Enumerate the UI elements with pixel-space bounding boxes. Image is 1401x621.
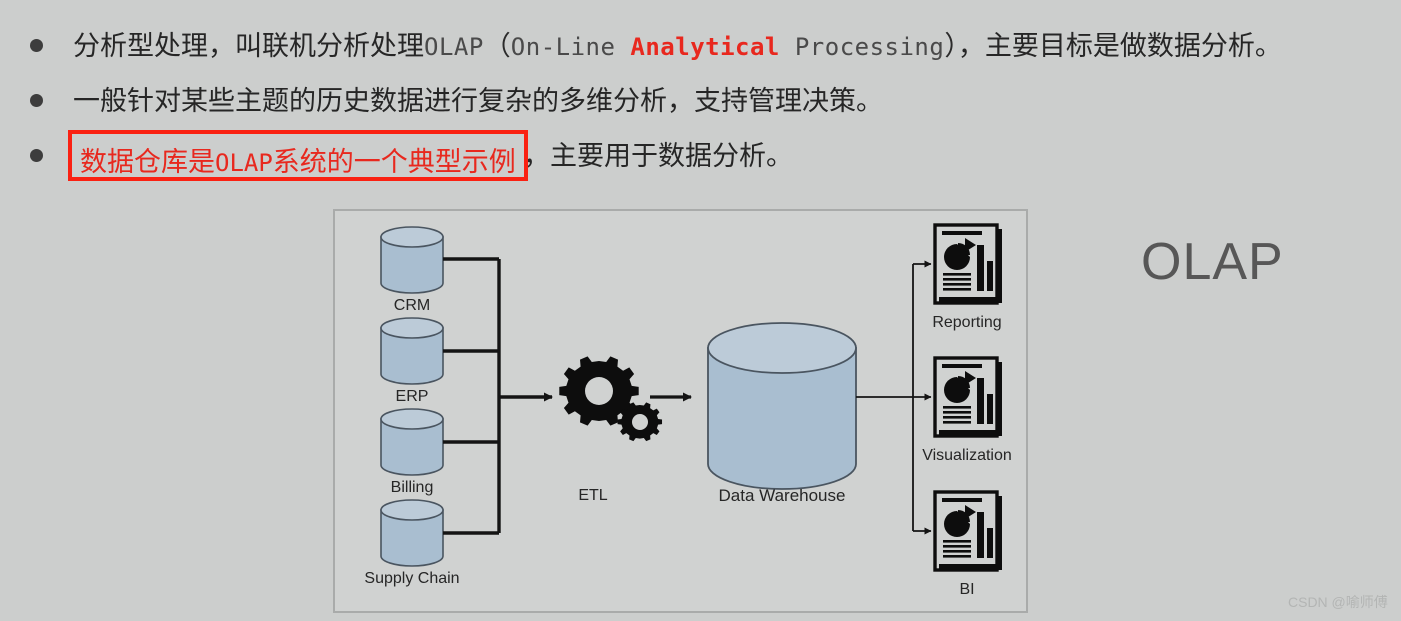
bullet1-paren-close: ） [944,31,958,61]
bullet-text-2: 一般针对某些主题的历史数据进行复杂的多维分析，支持管理决策。 [73,86,883,116]
source-label-supply-chain: Supply Chain [364,570,459,587]
source-cylinder-billing: Billing [380,408,444,496]
output-arrows [913,260,932,535]
output-label-reporting: Reporting [932,314,1001,331]
output-label-visualization: Visualization [922,447,1012,464]
output-bi: BI [933,490,1002,598]
output-label-bi: BI [959,581,974,598]
highlight-phrase: 数据仓库是OLAP系统的一个典型示例 [80,140,516,179]
bullet-marker-icon [30,94,43,107]
bullet-marker-icon [30,149,43,162]
bullet1-cn-prefix: 分析型处理，叫联机分析处理 [73,31,424,61]
data-warehouse-diagram: CRM ERP Billing Supply Chain ETL Data Wa… [333,209,1028,613]
csdn-watermark: CSDN @喻师傅 [1288,594,1388,610]
output-visualization: Visualization [922,356,1012,464]
database-cylinder-icon [707,322,857,490]
gears-icon [559,356,663,442]
output-bus-connector [856,264,914,531]
bullet3-tail: ，主要用于数据分析。 [523,141,794,171]
diagram-canvas: CRM ERP Billing Supply Chain ETL Data Wa… [364,223,1012,598]
highlight-olap: OLAP [215,149,273,177]
bullet-text-1: 分析型处理，叫联机分析处理OLAP（On-Line Analytical Pro… [73,27,1282,66]
list-item: 一般针对某些主题的历史数据进行复杂的多维分析，支持管理决策。 [30,82,883,120]
etl-label: ETL [578,487,607,504]
source-label-erp: ERP [396,388,429,405]
highlight-box: 数据仓库是OLAP系统的一个典型示例 [68,130,528,181]
list-item: 分析型处理，叫联机分析处理OLAP（On-Line Analytical Pro… [30,27,1282,66]
source-label-crm: CRM [394,297,430,314]
source-cylinder-crm: CRM [380,226,444,314]
bullet1-paren-open: （ [483,31,511,61]
source-label-billing: Billing [391,479,434,496]
olap-title: OLAP [1141,233,1284,291]
warehouse-label: Data Warehouse [719,486,846,505]
source-bus-connector [443,257,501,535]
bullet1-analytical: Analytical [630,33,780,61]
output-reporting: Reporting [932,223,1002,331]
source-cylinder-supply-chain: Supply Chain [364,499,460,587]
report-document-icon [933,490,1002,572]
bullet1-on-line: On-Line [510,33,631,61]
bullet1-olap-term: OLAP [424,33,484,61]
bullet1-processing: Processing [779,33,945,61]
bullet-marker-icon [30,39,43,52]
highlight-cn-1: 数据仓库是 [80,147,215,177]
highlight-cn-2: 系统的一个典型示例 [272,147,516,177]
source-cylinder-erp: ERP [380,317,444,405]
report-document-icon [933,223,1002,305]
report-document-icon [933,356,1002,438]
bullet1-cn-suffix: ，主要目标是做数据分析。 [957,31,1282,61]
